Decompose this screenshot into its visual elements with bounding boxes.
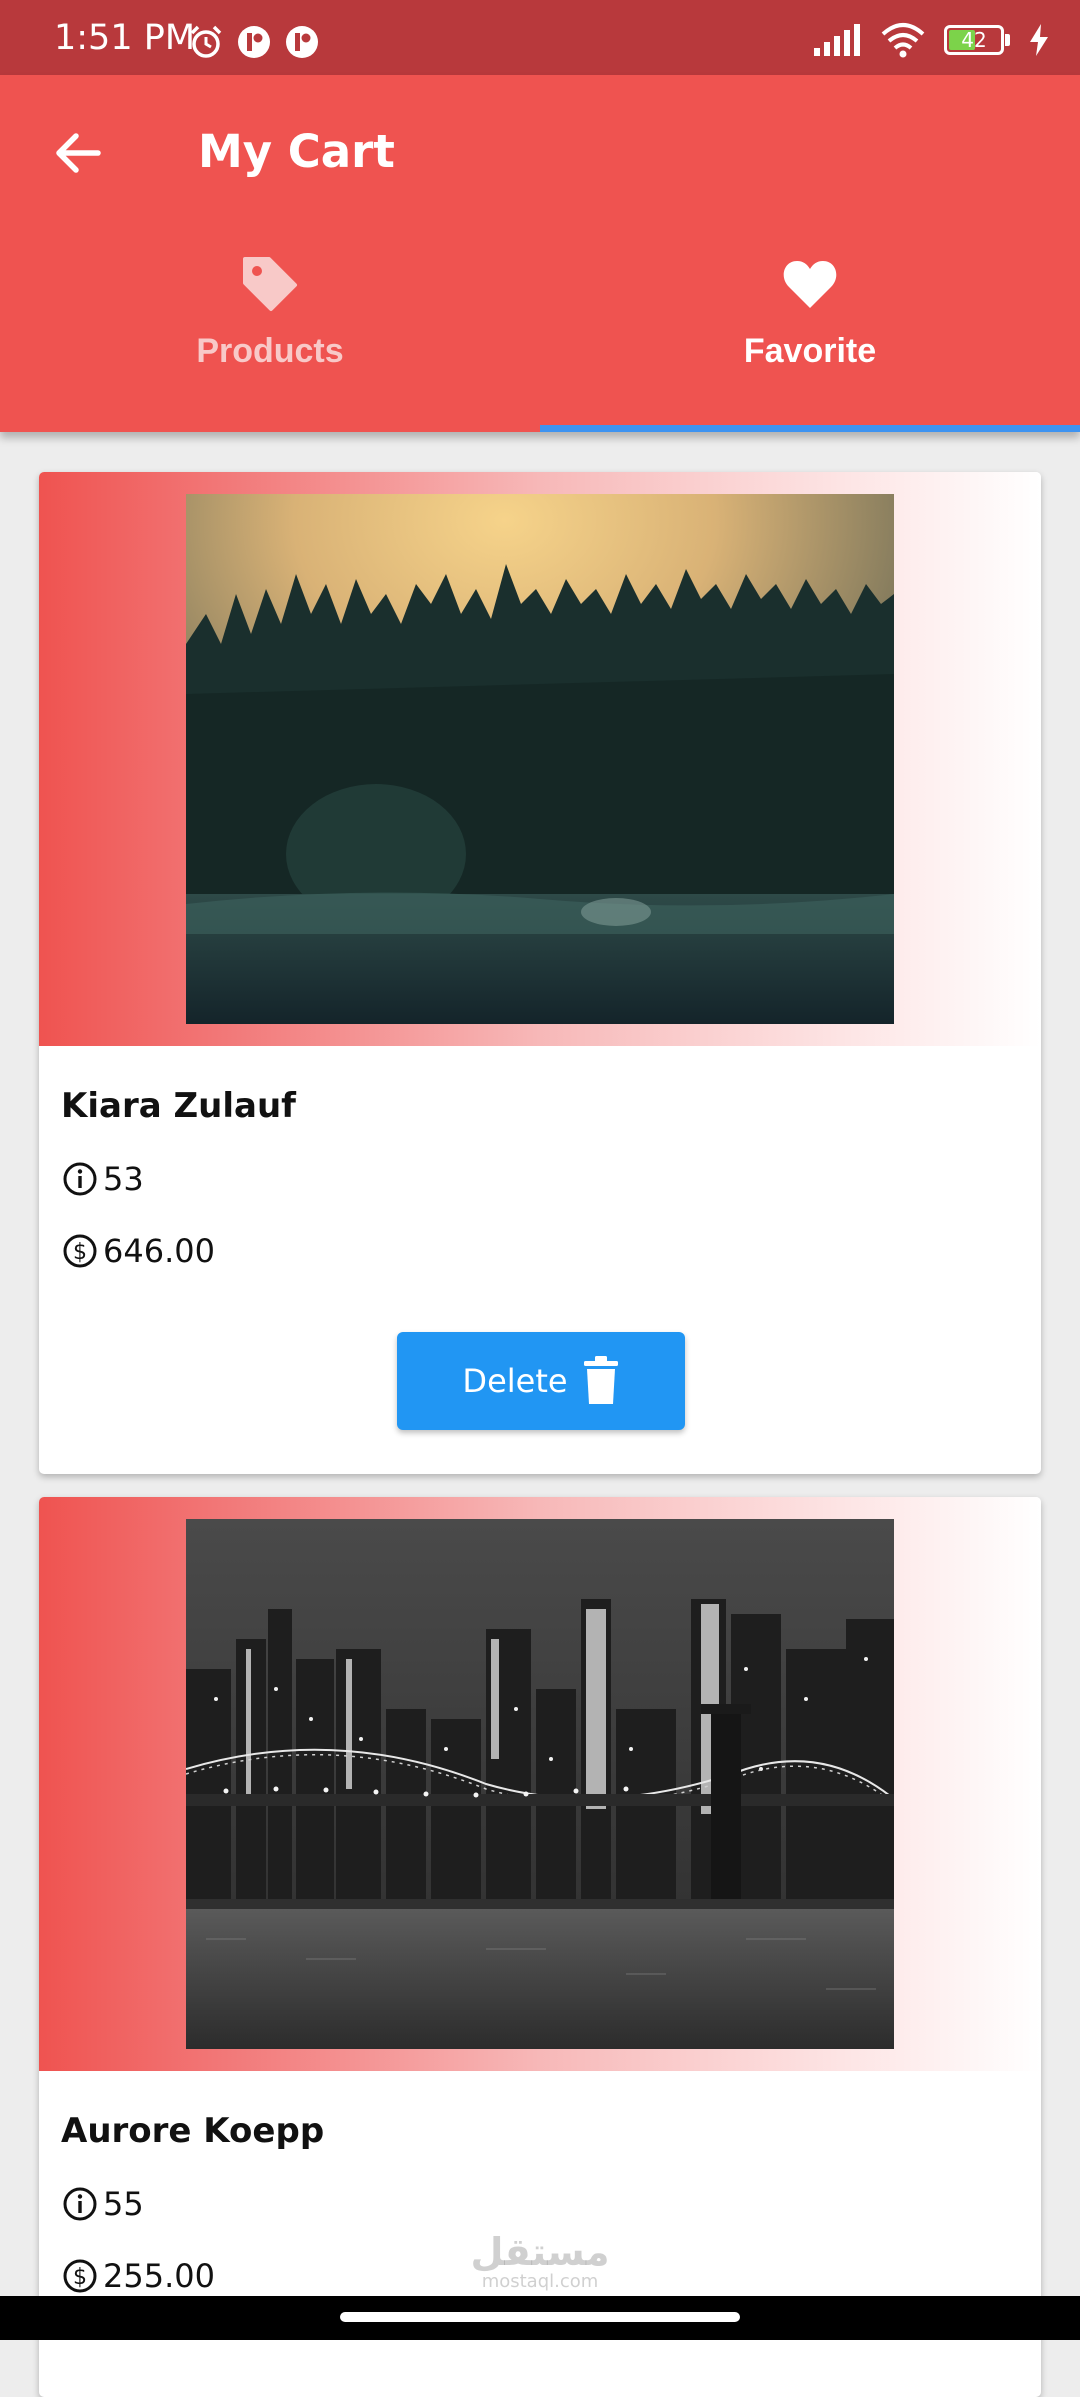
tab-products[interactable]: Products	[0, 255, 540, 432]
product-name: Kiara Zulauf	[61, 1086, 296, 1126]
card-hero	[39, 472, 1041, 1046]
quantity-row: 55	[61, 2185, 144, 2223]
info-icon	[63, 1162, 97, 1196]
dollar-icon: $	[63, 1234, 97, 1268]
battery-level: 42	[961, 28, 987, 52]
tag-icon	[243, 257, 297, 311]
battery-icon: 42	[944, 25, 1010, 55]
status-icons-right: 42	[812, 22, 1050, 58]
signal-icon	[814, 24, 860, 56]
price-row: $ 646.00	[61, 1232, 215, 1270]
app-bar: My Cart Products Favorite	[0, 75, 1080, 432]
heart-icon	[783, 261, 837, 308]
watermark-latin: mostaql.com	[481, 2271, 599, 2292]
svg-text:$: $	[73, 1240, 87, 1265]
price-row: $ 255.00	[61, 2257, 215, 2295]
tab-indicator	[540, 425, 1080, 432]
status-icons-left	[188, 24, 320, 60]
app-notification-icon	[238, 26, 270, 58]
status-time: 1:51 PM	[54, 18, 196, 58]
delete-button[interactable]: Delete	[397, 1332, 685, 1430]
tab-favorite[interactable]: Favorite	[540, 255, 1080, 432]
arrow-left-icon[interactable]	[48, 123, 108, 183]
product-price: 255.00	[103, 2257, 215, 2295]
status-bar: 1:51 PM 42	[0, 0, 1080, 75]
dollar-icon: $	[63, 2259, 97, 2293]
card-hero	[39, 1497, 1041, 2071]
product-name: Aurore Koepp	[61, 2111, 325, 2151]
product-price: 646.00	[103, 1232, 215, 1270]
product-quantity: 55	[103, 2185, 144, 2223]
svg-text:$: $	[73, 2265, 87, 2290]
product-image	[186, 494, 894, 1024]
wifi-icon	[881, 23, 925, 58]
tab-label-favorite: Favorite	[743, 332, 877, 370]
app-notification-icon	[286, 26, 318, 58]
info-icon	[63, 2187, 97, 2221]
page-title: My Cart	[198, 125, 395, 178]
product-card: Kiara Zulauf 53 $ 646.00 Delete	[39, 472, 1041, 1474]
home-indicator[interactable]	[340, 2312, 740, 2322]
delete-button-label: Delete	[462, 1362, 568, 1400]
quantity-row: 53	[61, 1160, 144, 1198]
product-quantity: 53	[103, 1160, 144, 1198]
tab-label-products: Products	[196, 332, 344, 370]
charging-icon	[1030, 24, 1048, 56]
watermark-arabic: مستقل	[470, 2230, 610, 2274]
product-image	[186, 1519, 894, 2049]
alarm-icon	[190, 25, 222, 58]
watermark: مستقل mostaql.com	[470, 2232, 610, 2292]
trash-icon	[583, 1356, 618, 1404]
